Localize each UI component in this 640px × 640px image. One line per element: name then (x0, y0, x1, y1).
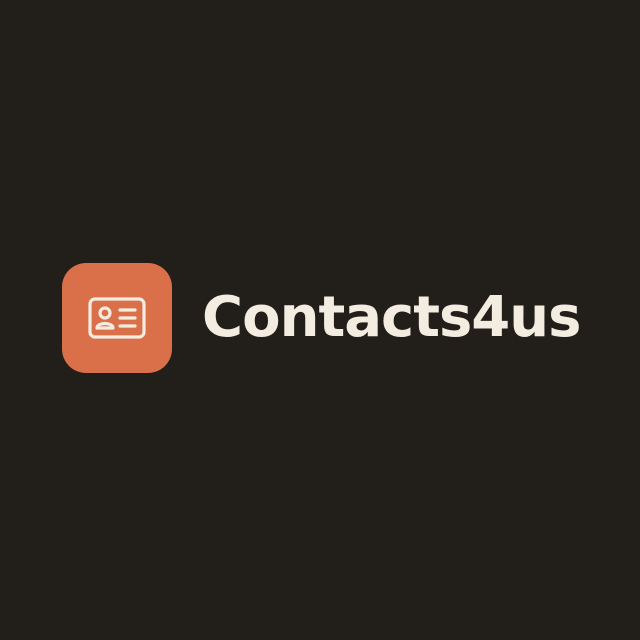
app-icon-tile (62, 263, 172, 373)
splash-canvas: Contacts4us (0, 0, 640, 640)
contact-card-icon (88, 297, 146, 339)
brand-name: Contacts4us (202, 285, 581, 350)
